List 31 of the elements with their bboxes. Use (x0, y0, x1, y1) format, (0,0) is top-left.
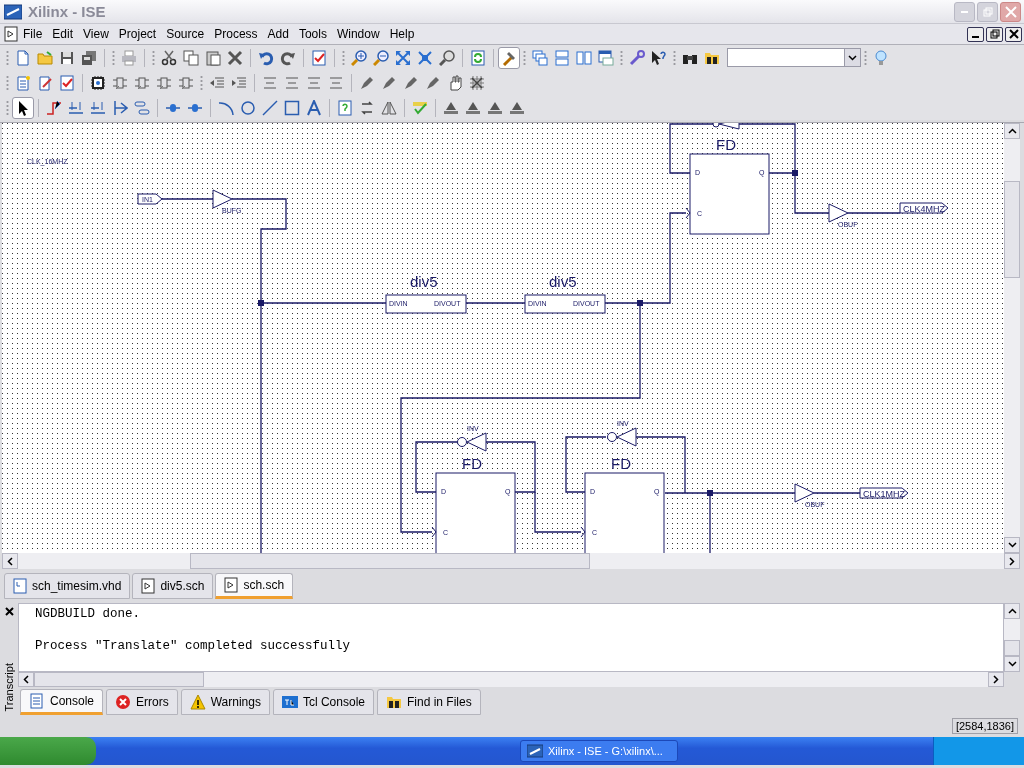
panel-tab[interactable]: Find in Files (377, 689, 481, 715)
taskbar-item[interactable]: Xilinx - ISE - G:\xilinx\... (520, 740, 678, 762)
editor-tab[interactable]: sch.sch (215, 573, 294, 599)
menu-item[interactable]: View (78, 27, 114, 41)
cursor-coordinates: [2584,1836] (951, 718, 1018, 734)
output-port: CLK4MHZ (899, 202, 949, 214)
panel-title: Transcript (2, 662, 16, 711)
editor-tab[interactable]: sch_timesim.vhd (4, 573, 131, 599)
block-name: FD (611, 455, 631, 472)
editor-tab[interactable]: div5.sch (132, 573, 214, 599)
menu-item[interactable]: File (18, 27, 48, 41)
menu-item[interactable]: Project (113, 27, 162, 41)
menu-item[interactable]: Process (209, 27, 263, 41)
console-line: Process "Translate" completed successfully (35, 638, 352, 654)
menu-item[interactable]: Help (384, 27, 420, 41)
output-port: CLK1MHZ (859, 487, 909, 499)
menu-item[interactable]: Source (161, 27, 210, 41)
panel-tab[interactable]: Errors (106, 689, 178, 715)
block-name: div5 (410, 273, 438, 290)
panel-tab[interactable]: Tcl Console (272, 689, 374, 715)
menu-item[interactable]: Tools (293, 27, 332, 41)
block-name: div5 (549, 273, 577, 290)
menu-item[interactable]: Window (331, 27, 385, 41)
block-name: FD (716, 136, 736, 153)
console-line: NGDBUILD done. (35, 606, 142, 622)
menu-item[interactable]: Edit (47, 27, 79, 41)
menu-item[interactable]: Add (262, 27, 294, 41)
block-name: FD (462, 455, 482, 472)
window-title: Xilinx - ISE (28, 3, 106, 20)
panel-tab[interactable]: Console (20, 689, 104, 715)
panel-tab[interactable]: Warnings (180, 689, 270, 715)
